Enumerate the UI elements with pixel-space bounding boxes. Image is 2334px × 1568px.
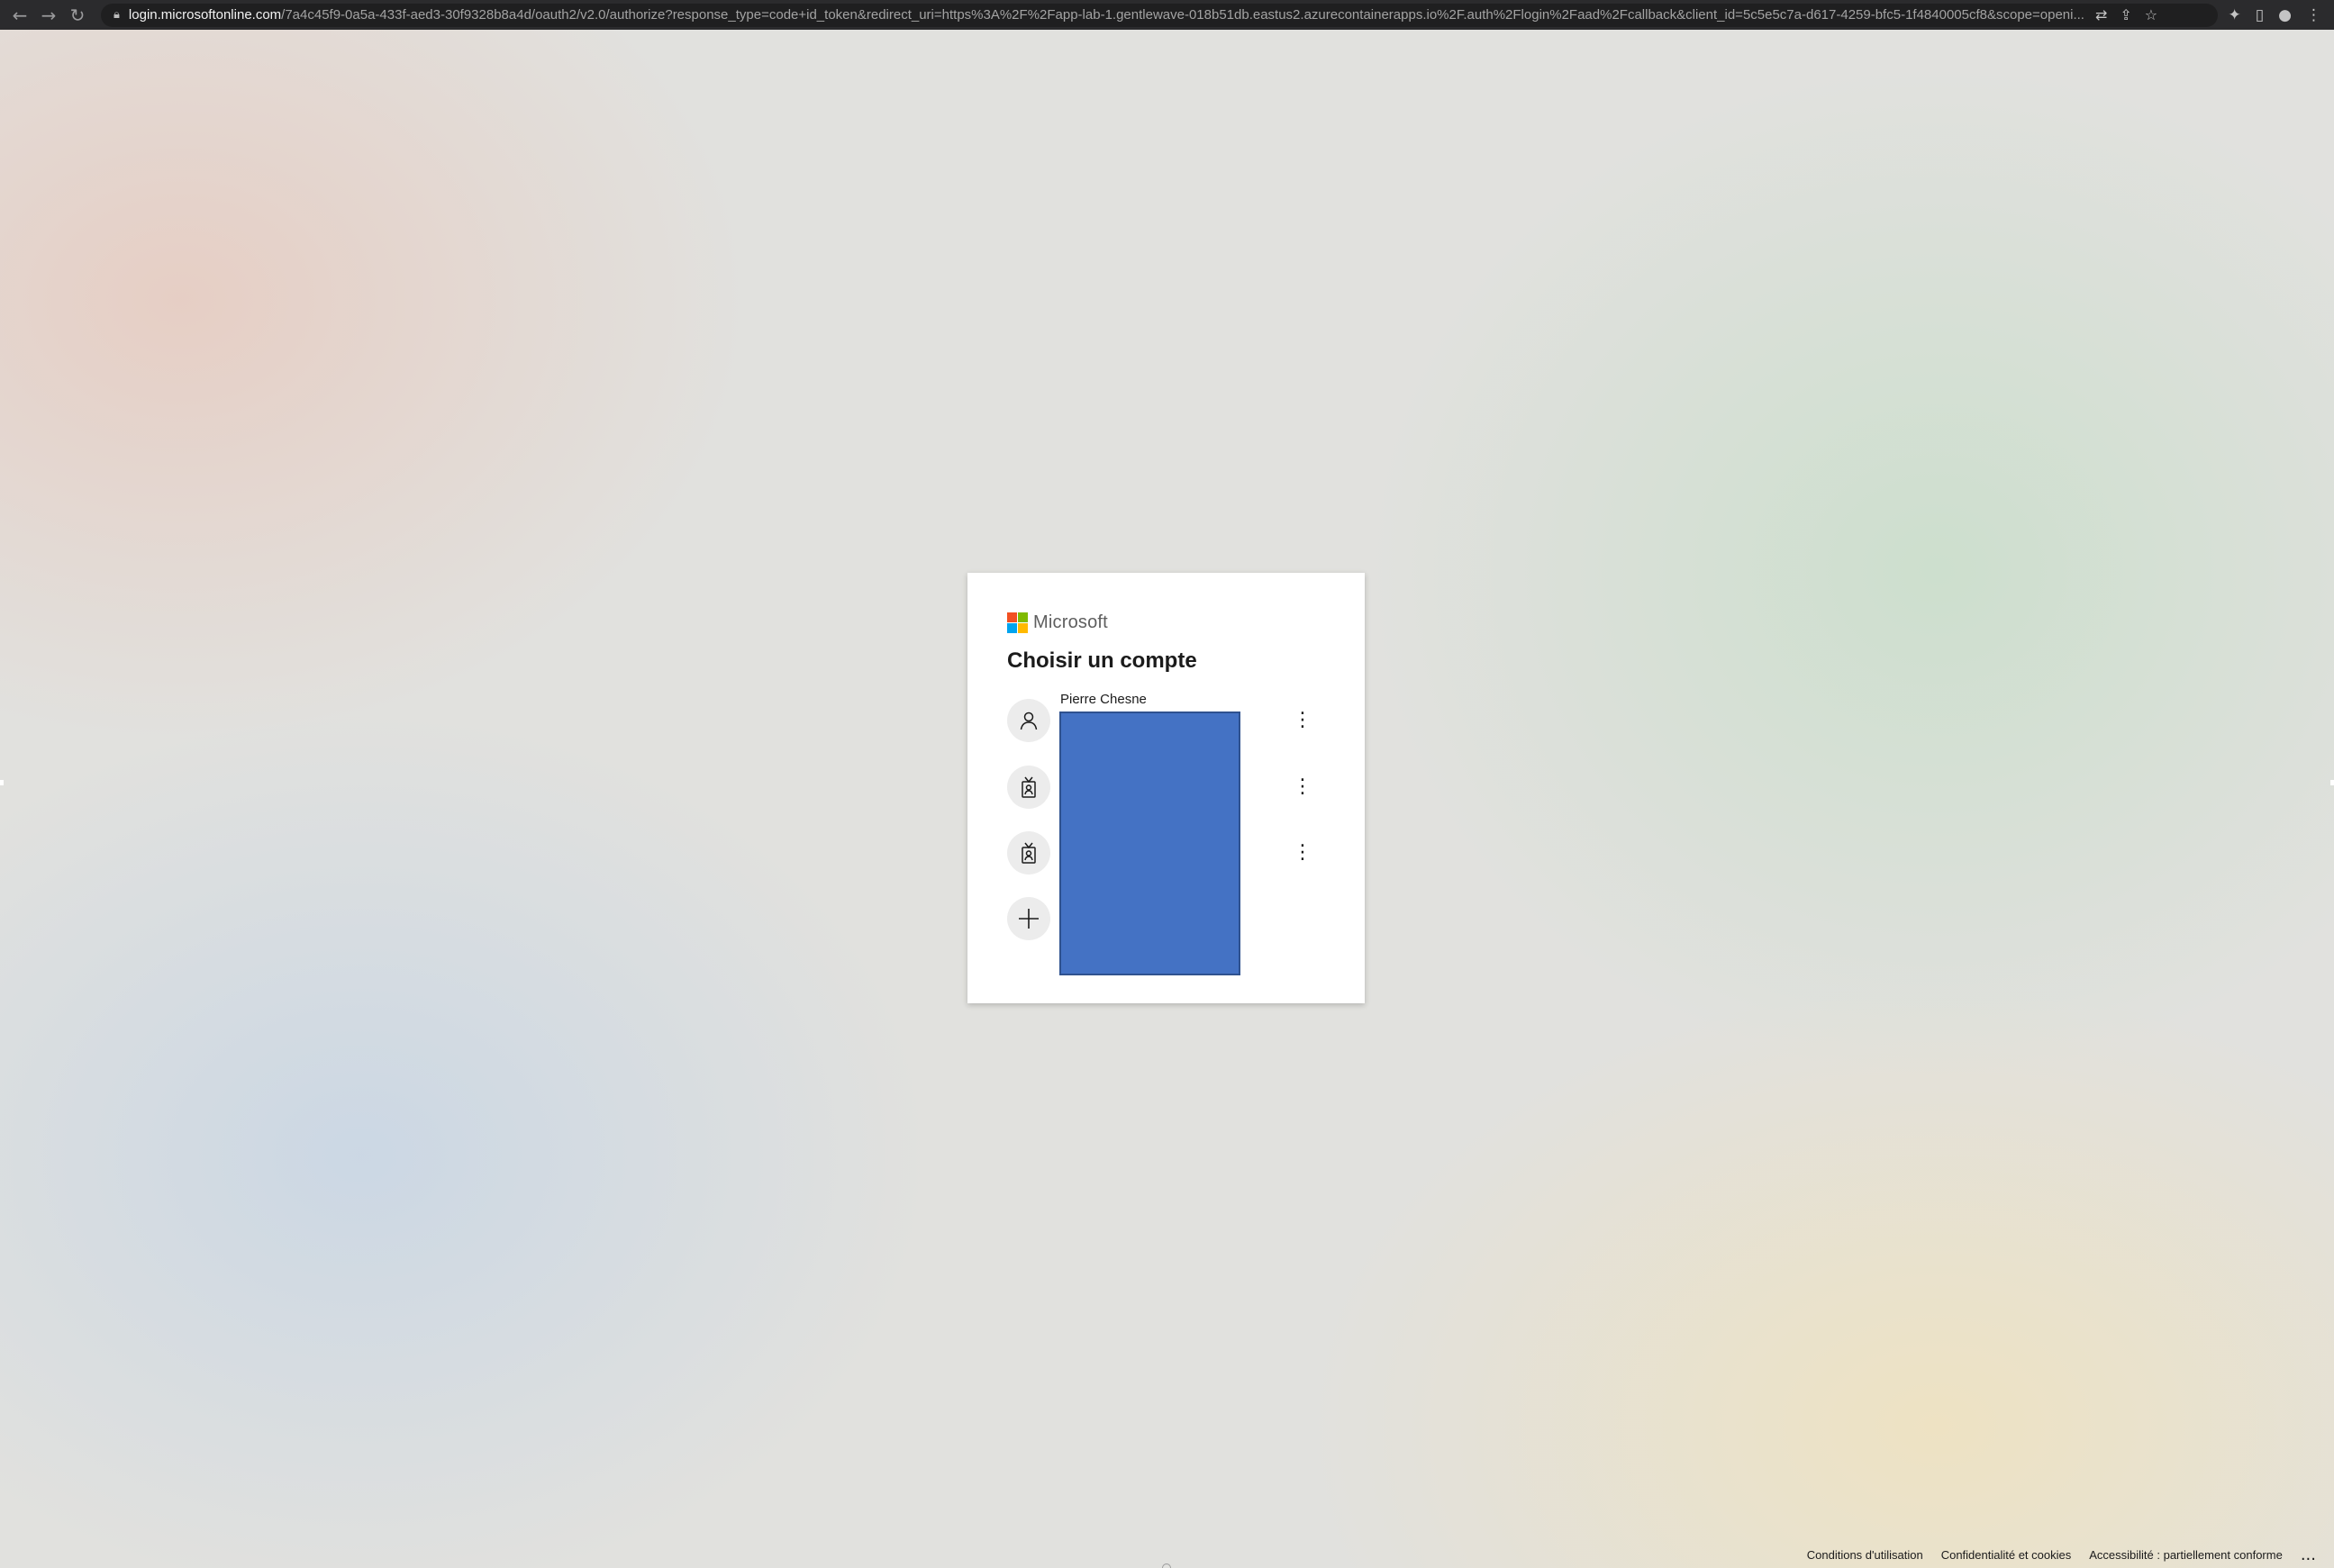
more-vertical-icon: ⋮ (1293, 775, 1312, 798)
profile-icon[interactable]: ● (2278, 6, 2292, 24)
logo-square-blue (1007, 623, 1017, 633)
reload-icon: ↻ (69, 4, 86, 26)
badge-icon (1022, 842, 1036, 864)
left-edge-handle (0, 780, 4, 785)
plus-icon (1019, 909, 1039, 929)
arrow-right-icon: → (41, 4, 57, 26)
privacy-link[interactable]: Confidentialité et cookies (1941, 1548, 2072, 1562)
browser-toolbar: ← → ↻ 🔒︎ login.microsoftonline.com /7a4c… (0, 0, 2334, 30)
accessibility-link[interactable]: Accessibilité : partiellement conforme (2089, 1548, 2283, 1562)
account-picker-card: Microsoft Choisir un compte Pierre Chesn… (967, 573, 1365, 1003)
right-edge-handle (2330, 780, 2334, 785)
browser-menu-icon[interactable]: ⋮ (2306, 6, 2321, 24)
more-vertical-icon: ⋮ (1293, 709, 1312, 731)
more-horizontal-icon[interactable]: ... (2301, 1545, 2316, 1564)
page-title: Choisir un compte (1007, 648, 1197, 673)
bottom-notch (1162, 1563, 1171, 1568)
lock-icon: 🔒︎ (114, 8, 120, 22)
badge-icon (1022, 776, 1036, 798)
url-path: /7a4c45f9-0a5a-433f-aed3-30f9328b8a4d/oa… (281, 7, 2084, 23)
account-options-button[interactable]: ⋮ (1293, 704, 1312, 737)
extensions-icon[interactable]: ✦ (2229, 6, 2241, 24)
side-panel-icon[interactable]: ▯ (2256, 6, 2264, 24)
share-icon[interactable]: ⇪ (2120, 6, 2131, 23)
translate-icon[interactable]: ⇄ (2095, 6, 2107, 23)
reload-button[interactable]: ↻ (63, 0, 92, 30)
logo-square-yellow (1018, 623, 1028, 633)
logo-square-red (1007, 612, 1017, 622)
url-host: login.microsoftonline.com (128, 7, 282, 23)
forward-button[interactable]: → (34, 0, 63, 30)
avatar (1007, 766, 1050, 809)
account-options-button[interactable]: ⋮ (1293, 837, 1312, 869)
person-icon (1020, 711, 1038, 730)
microsoft-logo-icon (1007, 612, 1028, 633)
footer: Conditions d'utilisation Confidentialité… (1807, 1545, 2316, 1564)
star-icon[interactable]: ☆ (2145, 6, 2157, 23)
avatar (1007, 699, 1050, 742)
avatar (1007, 897, 1050, 940)
avatar (1007, 831, 1050, 875)
terms-link[interactable]: Conditions d'utilisation (1807, 1548, 1923, 1562)
account-name: Pierre Chesne (1060, 692, 1147, 707)
more-vertical-icon: ⋮ (1293, 841, 1312, 864)
logo-square-green (1018, 612, 1028, 622)
account-options-button[interactable]: ⋮ (1293, 771, 1312, 803)
address-bar[interactable]: 🔒︎ login.microsoftonline.com /7a4c45f9-0… (101, 3, 2218, 27)
brand-name: Microsoft (1033, 612, 1108, 632)
back-button[interactable]: ← (5, 0, 34, 30)
redaction-box (1059, 711, 1240, 975)
microsoft-logo: Microsoft (1007, 612, 1108, 633)
arrow-left-icon: ← (12, 4, 28, 26)
